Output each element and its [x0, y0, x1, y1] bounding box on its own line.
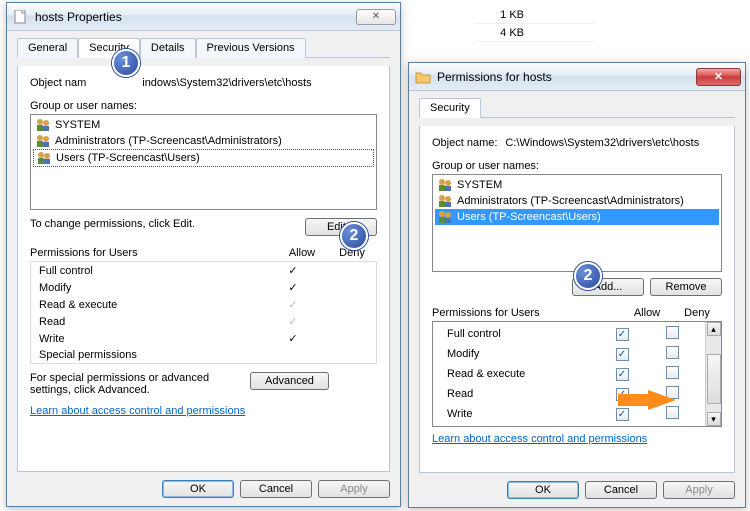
security-panel: Object name: C:\Windows\System32\drivers…: [419, 126, 735, 473]
annotation-badge-2: 2: [340, 222, 368, 250]
allow-header: Allow: [277, 247, 327, 259]
perm-name: Read & execute: [447, 368, 597, 380]
list-item[interactable]: SYSTEM: [33, 117, 374, 133]
deny-checkbox[interactable]: [666, 326, 679, 339]
permissions-title: Permissions for Users: [432, 307, 540, 319]
perm-row: Modify✓: [31, 279, 376, 296]
perm-row: Full control: [439, 324, 705, 344]
annotation-badge-2b: 2: [574, 262, 602, 290]
advanced-button[interactable]: Advanced: [250, 372, 329, 390]
scroll-track[interactable]: [707, 336, 721, 412]
deny-checkbox[interactable]: [666, 346, 679, 359]
perm-row: Full control✓: [31, 262, 376, 279]
security-panel: Object nam indows\System32\drivers\etc\h…: [17, 66, 390, 472]
tabstrip: General Security Details Previous Versio…: [17, 37, 390, 58]
allow-header: Allow: [622, 307, 672, 319]
object-name-value: indows\System32\drivers\etc\hosts: [142, 77, 311, 89]
perm-name: Special permissions: [39, 349, 268, 361]
list-item[interactable]: Administrators (TP-Screencast\Administra…: [435, 193, 719, 209]
annotation-arrow-icon: [618, 390, 678, 416]
group-user-list[interactable]: SYSTEM Administrators (TP-Screencast\Adm…: [30, 114, 377, 210]
permissions-readonly-list: Full control✓Modify✓Read & execute✓Read✓…: [30, 261, 377, 364]
perm-row: Read & execute: [439, 364, 705, 384]
scroll-down-button[interactable]: ▾: [707, 412, 721, 426]
group-label: Group or user names:: [432, 160, 722, 172]
group-user-list[interactable]: SYSTEM Administrators (TP-Screencast\Adm…: [432, 174, 722, 272]
tab-security[interactable]: Security: [419, 98, 481, 118]
allow-checkbox[interactable]: [616, 348, 629, 361]
cancel-button[interactable]: Cancel: [240, 480, 312, 498]
group-icon: [35, 134, 51, 148]
perm-name: Read & execute: [39, 299, 268, 311]
allow-mark: ✓: [268, 281, 318, 294]
perm-name: Read: [39, 316, 268, 328]
permissions-title: Permissions for Users: [30, 247, 138, 259]
group-icon: [437, 178, 453, 192]
group-icon: [36, 151, 52, 165]
perm-row: Read & execute✓: [31, 296, 376, 313]
scroll-thumb[interactable]: [707, 354, 721, 404]
perm-name: Full control: [39, 265, 268, 277]
object-name-value: C:\Windows\System32\drivers\etc\hosts: [505, 137, 699, 149]
remove-button[interactable]: Remove: [650, 278, 722, 296]
tab-previous-versions[interactable]: Previous Versions: [196, 38, 306, 58]
perm-row: Modify: [439, 344, 705, 364]
group-label: Group or user names:: [30, 100, 377, 112]
dialog-buttons: OK Cancel Apply: [419, 473, 735, 499]
titlebar[interactable]: hosts Properties ✕: [7, 3, 400, 31]
ok-button[interactable]: OK: [162, 480, 234, 498]
perm-row: Read✓: [31, 313, 376, 330]
perm-name: Full control: [447, 328, 597, 340]
background-file-sizes: 1 KB 4 KB: [474, 6, 594, 42]
dialog-buttons: OK Cancel Apply: [17, 472, 390, 498]
titlebar[interactable]: Permissions for hosts ✕: [409, 63, 745, 91]
apply-button[interactable]: Apply: [318, 480, 390, 498]
perm-row: Write✓: [31, 330, 376, 347]
window-title: hosts Properties: [35, 10, 356, 24]
file-icon: [13, 9, 29, 25]
list-item[interactable]: SYSTEM: [435, 177, 719, 193]
perm-name: Read: [447, 388, 597, 400]
edit-hint: To change permissions, click Edit.: [30, 218, 305, 230]
cancel-button[interactable]: Cancel: [585, 481, 657, 499]
close-button[interactable]: ✕: [696, 68, 741, 86]
list-item[interactable]: Users (TP-Screencast\Users): [435, 209, 719, 225]
group-icon: [437, 194, 453, 208]
perm-name: Modify: [447, 348, 597, 360]
advanced-hint: For special permissions or advanced sett…: [30, 372, 250, 396]
learn-link[interactable]: Learn about access control and permissio…: [432, 433, 722, 445]
close-button[interactable]: ✕: [356, 9, 396, 25]
group-icon: [35, 118, 51, 132]
permissions-editable-list: Full control Modify Read & execute Read Writ…: [432, 321, 722, 427]
allow-checkbox[interactable]: [616, 368, 629, 381]
list-item[interactable]: Administrators (TP-Screencast\Administra…: [33, 133, 374, 149]
deny-header: Deny: [672, 307, 722, 319]
scroll-up-button[interactable]: ▴: [707, 322, 721, 336]
scrollbar[interactable]: ▴ ▾: [705, 322, 721, 426]
allow-checkbox[interactable]: [616, 328, 629, 341]
perm-name: Write: [39, 333, 268, 345]
object-name-label: Object nam: [30, 77, 86, 89]
object-name-label: Object name:: [432, 137, 497, 149]
apply-button[interactable]: Apply: [663, 481, 735, 499]
allow-mark: ✓: [268, 264, 318, 277]
hosts-properties-dialog: hosts Properties ✕ General Security Deta…: [6, 2, 401, 507]
folder-icon: [415, 69, 431, 85]
perm-name: Write: [447, 408, 597, 420]
group-icon: [437, 210, 453, 224]
allow-mark: ✓: [268, 315, 318, 328]
allow-mark: ✓: [268, 298, 318, 311]
deny-checkbox[interactable]: [666, 366, 679, 379]
tabstrip: Security: [419, 97, 735, 118]
allow-mark: ✓: [268, 332, 318, 345]
learn-link[interactable]: Learn about access control and permissio…: [30, 405, 377, 417]
list-item[interactable]: Users (TP-Screencast\Users): [33, 149, 374, 167]
ok-button[interactable]: OK: [507, 481, 579, 499]
annotation-badge-1: 1: [112, 49, 140, 77]
tab-general[interactable]: General: [17, 38, 78, 58]
perm-name: Modify: [39, 282, 268, 294]
tab-details[interactable]: Details: [140, 38, 196, 58]
window-title: Permissions for hosts: [437, 70, 692, 84]
perm-row: Special permissions: [31, 347, 376, 363]
